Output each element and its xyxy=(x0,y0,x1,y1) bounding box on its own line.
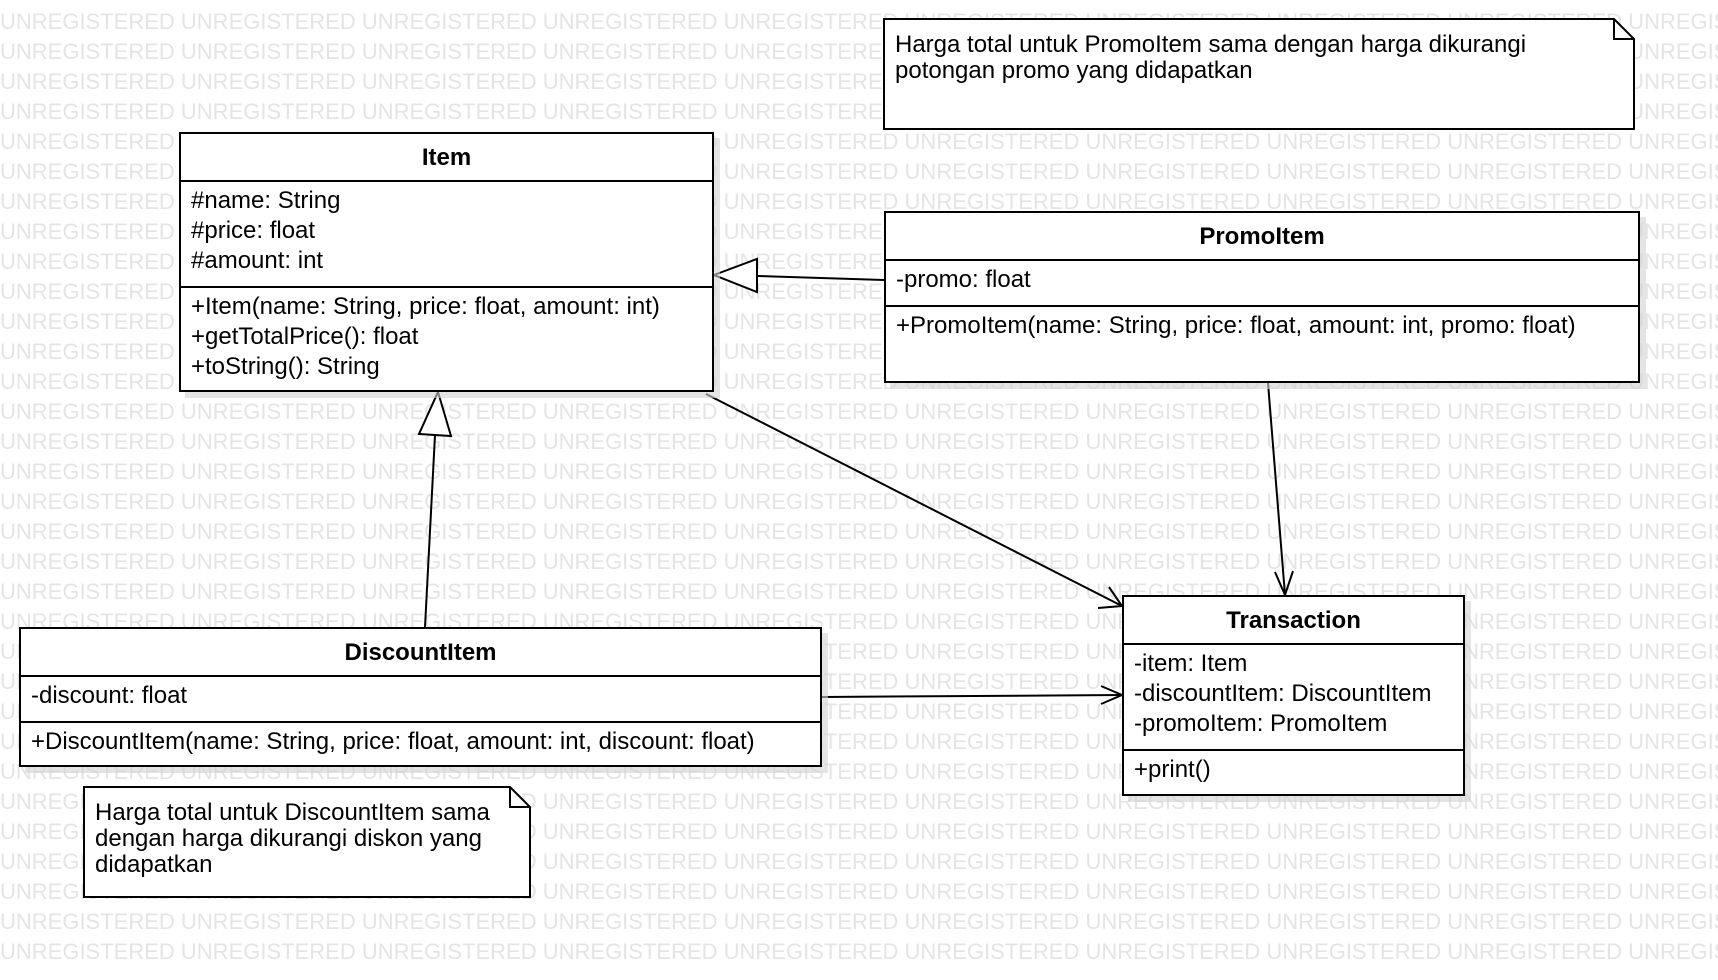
edge-item-transaction xyxy=(705,393,1123,607)
class-discountitem-attributes: -discount: float xyxy=(21,677,820,723)
edge-discountitem-transaction xyxy=(821,694,1123,698)
method-row: +toString(): String xyxy=(191,353,380,380)
note-line: didapatkan xyxy=(95,851,213,878)
attribute-row: #amount: int xyxy=(191,247,324,274)
class-promoitem-methods: +PromoItem(name: String, price: float, a… xyxy=(886,307,1638,345)
edge-promoitem-transaction xyxy=(1267,382,1286,596)
class-discountitem-methods: +DiscountItem(name: String, price: float… xyxy=(21,723,820,761)
class-transaction-title: Transaction xyxy=(1124,597,1463,645)
attribute-row: -discountItem: DiscountItem xyxy=(1134,680,1432,707)
class-transaction-methods: +print() xyxy=(1124,751,1463,789)
class-item[interactable]: Item #name: String #price: float #amount… xyxy=(179,132,714,392)
attribute-row: -item: Item xyxy=(1134,650,1248,677)
attribute-row: -promoItem: PromoItem xyxy=(1134,710,1388,737)
edge-discountitem-item xyxy=(424,434,436,628)
attribute-row: #price: float xyxy=(191,217,316,244)
generalization-arrowhead-discount xyxy=(417,389,453,438)
class-discountitem[interactable]: DiscountItem -discount: float +DiscountI… xyxy=(19,627,822,767)
class-promoitem-attributes: -promo: float xyxy=(886,261,1638,307)
note-line: potongan promo yang didapatkan xyxy=(895,57,1253,84)
note-line: Harga total untuk DiscountItem sama xyxy=(95,799,490,826)
class-item-attributes: #name: String #price: float #amount: int xyxy=(181,182,712,288)
method-row: +PromoItem(name: String, price: float, a… xyxy=(896,312,1576,339)
discount-note: Harga total untuk DiscountItem sama deng… xyxy=(85,788,529,896)
class-discountitem-title: DiscountItem xyxy=(21,629,820,677)
class-transaction[interactable]: Transaction -item: Item -discountItem: D… xyxy=(1122,595,1465,796)
attribute-row: -discount: float xyxy=(31,682,188,709)
class-item-methods: +Item(name: String, price: float, amount… xyxy=(181,288,712,386)
attribute-row: -promo: float xyxy=(896,266,1031,293)
method-row: +getTotalPrice(): float xyxy=(191,323,419,350)
class-item-title: Item xyxy=(181,134,712,182)
class-transaction-attributes: -item: Item -discountItem: DiscountItem … xyxy=(1124,645,1463,751)
edge-promoitem-item xyxy=(757,275,885,281)
class-promoitem[interactable]: PromoItem -promo: float +PromoItem(name:… xyxy=(884,211,1640,383)
method-row: +DiscountItem(name: String, price: float… xyxy=(31,728,755,755)
attribute-row: #name: String xyxy=(191,187,341,214)
method-row: +Item(name: String, price: float, amount… xyxy=(191,293,660,320)
generalization-arrowhead-promo xyxy=(711,257,758,294)
note-line: Harga total untuk PromoItem sama dengan … xyxy=(895,31,1527,58)
note-line: dengan harga dikurangi diskon yang xyxy=(95,825,482,852)
class-promoitem-title: PromoItem xyxy=(886,213,1638,261)
method-row: +print() xyxy=(1134,756,1211,783)
promo-note: Harga total untuk PromoItem sama dengan … xyxy=(885,20,1613,128)
